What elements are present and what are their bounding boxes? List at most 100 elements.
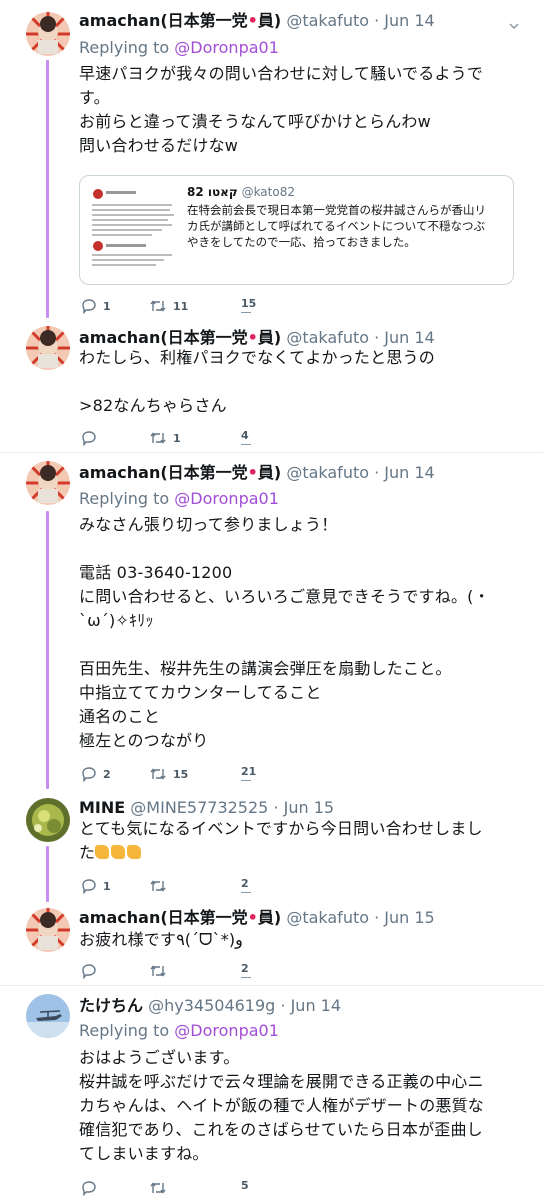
mention-link[interactable]: @Doronpa01 xyxy=(174,489,279,508)
tweet[interactable]: たけちん @hy34504619g · Jun 14 Replying to @… xyxy=(0,986,543,1200)
username[interactable]: @takafuto xyxy=(286,11,369,30)
tweet-text: 早速パヨクが我々の問い合わせに対して騒いでるようで す。 お前らと違って潰そうな… xyxy=(79,64,484,155)
thread-line xyxy=(46,846,49,902)
reply-button[interactable]: 2 xyxy=(81,764,111,784)
avatar[interactable] xyxy=(26,994,70,1038)
separator-dot: · xyxy=(268,798,284,817)
mention-link[interactable]: @Doronpa01 xyxy=(174,38,279,57)
display-name[interactable]: amachan(日本第一党•員) xyxy=(79,463,281,482)
thread-line xyxy=(46,60,49,318)
display-name[interactable]: たけちん xyxy=(79,996,143,1015)
like-button[interactable]: 15 xyxy=(241,298,256,318)
reply-button[interactable] xyxy=(81,961,103,981)
thread-line xyxy=(46,511,49,789)
reply-button[interactable] xyxy=(81,428,103,448)
tweet-text: おはようございます。 桜井誠を呼ぶだけで云々理論を展開できる正義の中心ニ カちゃ… xyxy=(79,1048,485,1163)
avatar[interactable] xyxy=(26,326,70,370)
reply-button[interactable] xyxy=(81,1178,103,1198)
like-button[interactable]: 21 xyxy=(241,766,256,786)
retweet-button[interactable]: 15 xyxy=(149,764,188,784)
timestamp[interactable]: Jun 14 xyxy=(384,11,434,30)
username[interactable]: @takafuto xyxy=(286,463,369,482)
tweet[interactable]: amachan(日本第一党•員) @takafuto · Jun 14 Repl… xyxy=(0,0,543,320)
retweet-button[interactable] xyxy=(149,876,173,896)
tweet[interactable]: amachan(日本第一党•員) @takafuto · Jun 14 Repl… xyxy=(0,453,543,790)
like-icon xyxy=(241,444,251,445)
timestamp[interactable]: Jun 14 xyxy=(384,328,434,347)
reply-button[interactable]: 1 xyxy=(81,876,111,896)
like-count: 2 xyxy=(241,877,249,890)
tweet-actions: 1 2 xyxy=(79,876,499,896)
display-name[interactable]: MINE xyxy=(79,798,125,817)
like-count: 21 xyxy=(241,765,257,778)
quoted-screenshot-image xyxy=(88,184,178,276)
reply-icon xyxy=(81,1180,97,1196)
tweet[interactable]: amachan(日本第一党•員) @takafuto · Jun 15 お疲れ様… xyxy=(0,902,543,985)
like-count: 2 xyxy=(241,962,249,975)
avatar[interactable] xyxy=(26,12,70,56)
tweet-actions: 5 xyxy=(79,1178,499,1198)
quoted-tweet[interactable]: 82 קאטו @kato82 在特会前会長で現日本第一党党首の桜井誠さんらが香… xyxy=(79,175,514,285)
retweet-icon xyxy=(149,298,167,314)
separator-dot: · xyxy=(369,11,385,30)
like-count: 4 xyxy=(241,429,249,442)
display-name[interactable]: amachan(日本第一党•員) xyxy=(79,328,281,347)
like-icon xyxy=(241,780,251,781)
quoted-author: 82 קאטו @kato82 xyxy=(187,185,295,199)
timestamp[interactable]: Jun 14 xyxy=(291,996,341,1015)
retweet-icon xyxy=(149,963,167,979)
like-button[interactable]: 4 xyxy=(241,430,251,450)
tweet-text: とても気になるイベントですから今日問い合わせしまし た xyxy=(79,819,483,862)
tweet-header: MINE @MINE57732525 · Jun 15 xyxy=(79,797,334,819)
separator-dot: · xyxy=(369,463,385,482)
thumbs-up-emoji-icon xyxy=(127,845,142,859)
username[interactable]: @hy34504619g xyxy=(148,996,275,1015)
replying-to: Replying to @Doronpa01 xyxy=(79,38,279,57)
tweet-text: わたしら、利権パヨクでなくてよかったと思うの >82なんちゃらさん xyxy=(79,348,435,415)
username[interactable]: @takafuto xyxy=(286,328,369,347)
tweet-text: みなさん張り切って参りましょう！ 電話 03-3640-1200 に問い合わせる… xyxy=(79,515,490,750)
timestamp[interactable]: Jun 14 xyxy=(384,463,434,482)
like-button[interactable]: 2 xyxy=(241,878,251,898)
tweet[interactable]: amachan(日本第一党•員) @takafuto · Jun 14 わたしら… xyxy=(0,320,543,452)
retweet-icon xyxy=(149,878,167,894)
like-count: 5 xyxy=(241,1179,249,1192)
separator-dot: · xyxy=(369,328,385,347)
replying-to: Replying to @Doronpa01 xyxy=(79,1021,279,1040)
like-button[interactable]: 5 xyxy=(241,1180,249,1200)
tweet-header: amachan(日本第一党•員) @takafuto · Jun 15 xyxy=(79,907,435,929)
tweet[interactable]: MINE @MINE57732525 · Jun 15 とても気になるイベントで… xyxy=(0,790,543,902)
timestamp[interactable]: Jun 15 xyxy=(284,798,334,817)
like-icon xyxy=(241,892,251,893)
tweet-text: お疲れ様です٩(´ᗜ`*)و xyxy=(79,930,243,949)
retweet-button[interactable] xyxy=(149,1178,173,1198)
reply-button[interactable]: 1 xyxy=(81,296,111,316)
tweet-actions: 2 xyxy=(79,961,499,981)
retweet-button[interactable]: 1 xyxy=(149,428,181,448)
username[interactable]: @MINE57732525 xyxy=(130,798,268,817)
reply-icon xyxy=(81,878,97,894)
tweet-actions: 2 15 21 xyxy=(79,764,499,784)
like-icon xyxy=(241,977,251,978)
tweet-header: amachan(日本第一党•員) @takafuto · Jun 14 xyxy=(79,10,435,32)
caret-down-icon[interactable] xyxy=(509,16,519,30)
tweet-actions: 1 4 xyxy=(79,428,499,448)
like-icon xyxy=(241,312,251,313)
tweet-header: たけちん @hy34504619g · Jun 14 xyxy=(79,995,341,1017)
retweet-icon xyxy=(149,1180,167,1196)
retweet-button[interactable] xyxy=(149,961,173,981)
display-name[interactable]: amachan(日本第一党•員) xyxy=(79,11,281,30)
display-name[interactable]: amachan(日本第一党•員) xyxy=(79,908,281,927)
like-count: 15 xyxy=(241,297,257,310)
reply-icon xyxy=(81,963,97,979)
username[interactable]: @takafuto xyxy=(286,908,369,927)
mention-link[interactable]: @Doronpa01 xyxy=(174,1021,279,1040)
reply-icon xyxy=(81,766,97,782)
timestamp[interactable]: Jun 15 xyxy=(384,908,434,927)
avatar[interactable] xyxy=(26,461,70,505)
avatar[interactable] xyxy=(26,798,70,842)
avatar[interactable] xyxy=(26,908,70,952)
like-button[interactable]: 2 xyxy=(241,963,251,983)
reply-icon xyxy=(81,298,97,314)
retweet-button[interactable]: 11 xyxy=(149,296,188,316)
